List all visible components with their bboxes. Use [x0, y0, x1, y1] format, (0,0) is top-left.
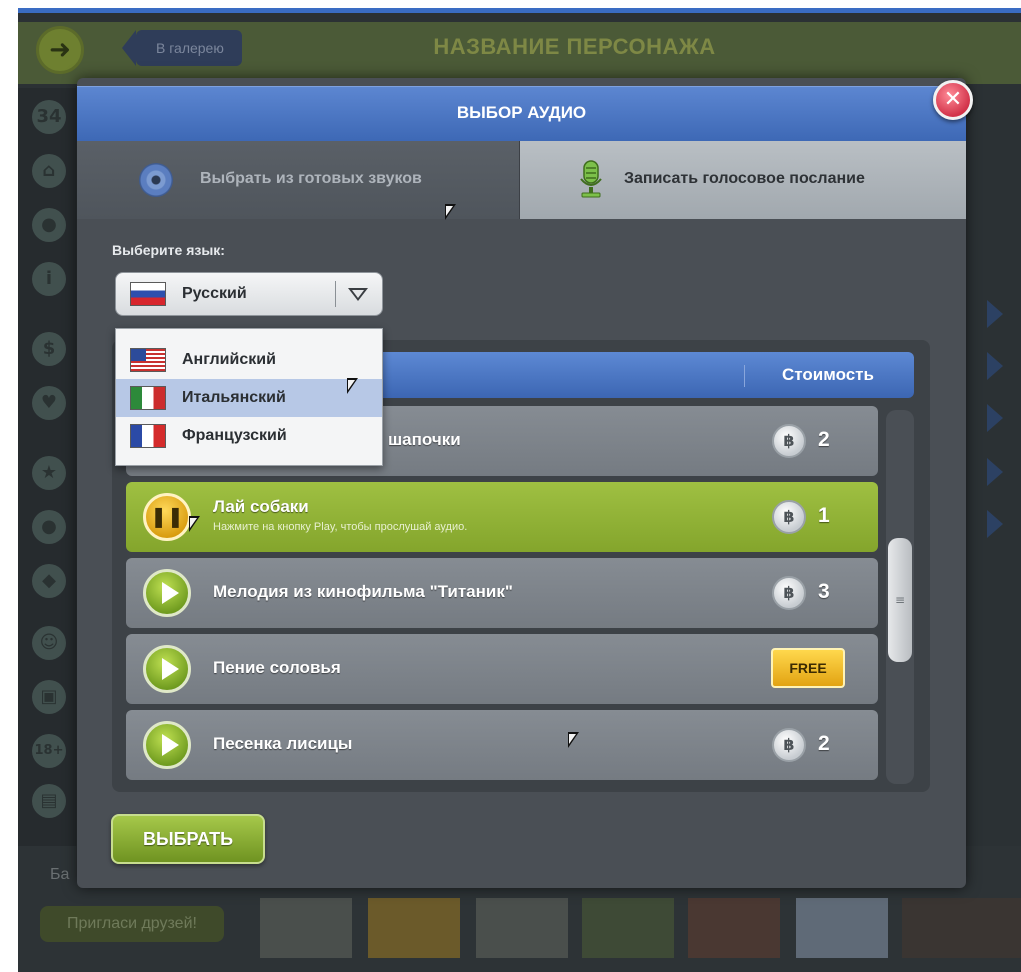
disc-icon: [139, 163, 173, 197]
audio-select-dialog: ВЫБОР АУДИО ✕ Выбрать из готовых звуков …: [77, 78, 973, 888]
sound-cost: 2: [818, 428, 830, 451]
age-rating-icon: 18+: [32, 734, 66, 768]
tab-record-voice[interactable]: Записать голосовое послание: [520, 141, 966, 219]
sound-name: шапочки: [388, 430, 461, 449]
sound-name: Лай собаки: [213, 497, 309, 516]
language-option-italian[interactable]: Итальянский: [116, 379, 382, 417]
friend-thumbnail: [688, 898, 780, 958]
background-bottom-label: Ба: [50, 866, 70, 883]
play-icon[interactable]: [143, 569, 191, 617]
friend-thumbnail: [260, 898, 352, 958]
printer-icon: ▤: [32, 784, 66, 818]
background-page-title: НАЗВАНИЕ ПЕРСОНАЖА: [433, 34, 716, 59]
app-window: ➜ В галерею НАЗВАНИЕ ПЕРСОНАЖА 34 ⌂ ● i …: [18, 8, 1021, 972]
chevron-down-icon[interactable]: [348, 288, 368, 301]
chevron-right-icon: [987, 510, 1003, 538]
heart-icon: ♥: [32, 386, 66, 420]
choose-button[interactable]: ВЫБРАТЬ: [111, 814, 265, 864]
sound-name: Пение соловья: [213, 658, 341, 677]
chevron-right-icon: [987, 404, 1003, 432]
user-icon: ●: [32, 208, 66, 242]
info-icon: i: [32, 262, 66, 296]
sound-cost: 1: [818, 504, 830, 527]
pause-icon[interactable]: ❚❚: [143, 493, 191, 541]
sound-list-item[interactable]: Мелодия из кинофильма "Титаник" ฿ 3: [126, 558, 878, 628]
language-option-label: Французский: [182, 427, 287, 444]
language-dropdown: Английский Итальянский Французский: [115, 328, 383, 466]
coin-icon: $: [32, 332, 66, 366]
invite-friends-button: Пригласи друзей!: [40, 906, 224, 942]
flag-it-icon: [130, 386, 166, 410]
microphone-icon: [580, 160, 602, 198]
friend-thumbnail: [476, 898, 568, 958]
language-selected-value: Русский: [182, 285, 247, 302]
play-icon[interactable]: [143, 645, 191, 693]
flag-us-icon: [130, 348, 166, 372]
inbox-icon: ⌂: [32, 154, 66, 188]
language-option-english[interactable]: Английский: [116, 341, 382, 379]
friend-thumbnail: [582, 898, 674, 958]
badge-count-icon: 34: [32, 100, 66, 134]
chevron-right-icon: [987, 458, 1003, 486]
chevron-right-icon: [987, 300, 1003, 328]
coin-icon: ฿: [772, 728, 806, 762]
scrollbar-thumb[interactable]: ≡: [888, 538, 912, 662]
flag-fr-icon: [130, 424, 166, 448]
dialog-title: ВЫБОР АУДИО: [456, 103, 587, 122]
cat-icon: ◆: [32, 564, 66, 598]
list-scrollbar[interactable]: ≡: [886, 410, 914, 784]
sound-hint: Нажмите на кнопку Play, чтобы прослушай …: [213, 521, 468, 533]
tab-ready-sounds-label: Выбрать из готовых звуков: [200, 170, 422, 187]
friend-thumbnail: [902, 898, 1021, 958]
sound-cost: 2: [818, 732, 830, 755]
flag-ru-icon: [130, 282, 166, 306]
star-icon: ★: [32, 456, 66, 490]
mouse-cursor-icon: [568, 732, 579, 748]
add-friend-thumbnail: [368, 898, 460, 958]
cost-column-header: Стоимость: [782, 365, 874, 384]
chevron-right-icon: [987, 352, 1003, 380]
sound-cost: 3: [818, 580, 830, 603]
mouse-cursor-icon: [347, 378, 358, 394]
coin-icon: ฿: [772, 500, 806, 534]
window-top-accent: [18, 8, 1021, 13]
gift-icon: ▣: [32, 680, 66, 714]
mouse-cursor-icon: [445, 204, 456, 220]
mouse-cursor-icon: [189, 516, 200, 532]
select-divider: [335, 281, 336, 307]
sound-list-item-selected[interactable]: ❚❚ Лай собаки Нажмите на кнопку Play, чт…: [126, 482, 878, 552]
coin-icon: ฿: [772, 424, 806, 458]
play-icon[interactable]: [143, 721, 191, 769]
friend-thumbnail: [796, 898, 888, 958]
coin-icon: ฿: [772, 576, 806, 610]
language-select[interactable]: Русский: [115, 272, 383, 316]
language-option-label: Английский: [182, 351, 276, 368]
sound-name: Песенка лисицы: [213, 734, 353, 753]
header-divider: [744, 365, 745, 387]
background-sidebar: 34 ⌂ ● i $ ♥ ★ ● ◆ ☺ ▣ 18+ ▤: [18, 88, 76, 848]
sound-name: Мелодия из кинофильма "Титаник": [213, 582, 513, 601]
language-option-french[interactable]: Французский: [116, 417, 382, 455]
sound-list-item[interactable]: Пение соловья FREE: [126, 634, 878, 704]
smile-icon: ☺: [32, 626, 66, 660]
dialog-header: ВЫБОР АУДИО: [77, 86, 966, 142]
tab-record-voice-label: Записать голосовое послание: [624, 170, 865, 187]
friends-icon: ●: [32, 510, 66, 544]
sound-list-item[interactable]: Песенка лисицы ฿ 2: [126, 710, 878, 780]
language-option-label: Итальянский: [182, 389, 286, 406]
free-badge: FREE: [771, 648, 845, 688]
close-icon[interactable]: ✕: [933, 80, 973, 120]
language-label: Выберите язык:: [112, 242, 225, 258]
